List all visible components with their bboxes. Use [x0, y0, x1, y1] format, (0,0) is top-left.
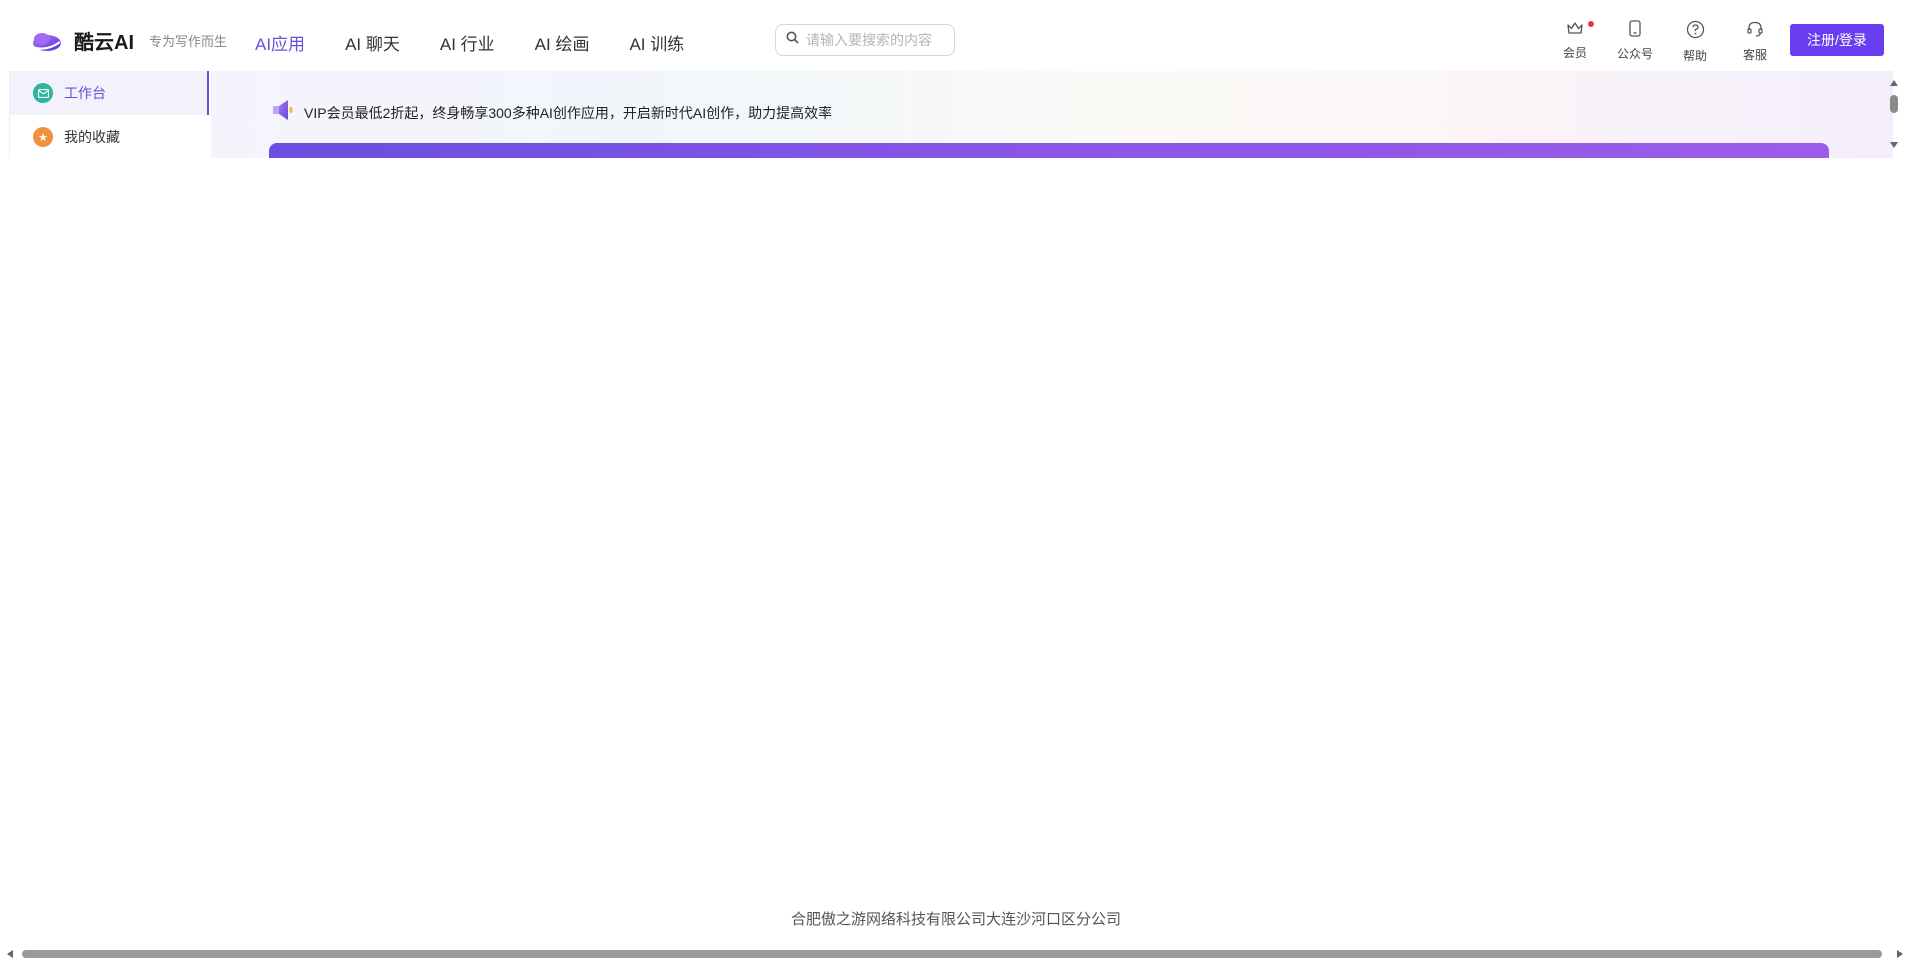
brand-name: 酷云AI [74, 32, 134, 54]
workbench-icon [33, 83, 53, 103]
notice-text: VIP会员最低2折起，终身畅享300多种AI创作应用，开启新时代AI创作，助力提… [304, 104, 833, 121]
cloud-logo-icon [30, 28, 62, 54]
megaphone-icon [270, 97, 296, 128]
promo-banner[interactable] [269, 143, 1829, 158]
vertical-scroll-thumb[interactable] [1890, 95, 1898, 113]
search-input[interactable] [806, 32, 946, 48]
sidebar-item-label: 工作台 [64, 85, 106, 101]
vip-notice[interactable]: VIP会员最低2折起，终身畅享300多种AI创作应用，开启新时代AI创作，助力提… [270, 97, 832, 128]
sidebar-item-label: 我的收藏 [64, 129, 120, 145]
crown-icon [1566, 20, 1584, 41]
vip-button[interactable]: 会员 [1545, 20, 1605, 64]
star-icon: ★ [33, 127, 53, 147]
nav-ai-apps[interactable]: AI应用 [255, 30, 305, 55]
customer-service-button[interactable]: 客服 [1725, 20, 1785, 64]
official-account-button[interactable]: 公众号 [1605, 20, 1665, 64]
official-account-label: 公众号 [1616, 47, 1653, 61]
vip-label: 会员 [1562, 46, 1587, 60]
notification-dot [1588, 21, 1594, 27]
sidebar: 工作台 ★ 我的收藏 [9, 71, 209, 158]
main-nav: AI应用 AI 聊天 AI 行业 AI 绘画 AI 训练 [255, 30, 724, 55]
help-label: 帮助 [1682, 49, 1707, 63]
horizontal-scrollbar[interactable] [0, 947, 1912, 961]
help-button[interactable]: 帮助 [1665, 20, 1725, 64]
headset-icon [1746, 20, 1764, 43]
login-register-button[interactable]: 注册/登录 [1790, 24, 1884, 56]
scroll-right-icon[interactable] [1897, 950, 1903, 958]
header-tools: 会员 公众号 帮助 客服 [1545, 20, 1785, 64]
help-icon [1686, 20, 1705, 44]
main-content: VIP会员最低2折起，终身畅享300多种AI创作应用，开启新时代AI创作，助力提… [211, 71, 1893, 158]
sidebar-item-favorites[interactable]: ★ 我的收藏 [10, 115, 209, 159]
top-header: 酷云AI 专为写作而生 AI应用 AI 聊天 AI 行业 AI 绘画 AI 训练… [0, 0, 1912, 71]
horizontal-scroll-thumb[interactable] [22, 950, 1882, 958]
nav-ai-chat[interactable]: AI 聊天 [345, 30, 400, 55]
logo[interactable]: 酷云AI 专为写作而生 [30, 26, 227, 55]
search-box[interactable] [775, 24, 955, 56]
vertical-scrollbar[interactable] [1887, 71, 1901, 158]
scroll-left-icon[interactable] [7, 950, 13, 958]
brand-slogan: 专为写作而生 [149, 34, 228, 49]
sidebar-item-workbench[interactable]: 工作台 [10, 71, 209, 115]
scroll-down-icon[interactable] [1890, 142, 1898, 148]
phone-icon [1628, 20, 1642, 42]
scroll-up-icon[interactable] [1890, 80, 1898, 86]
search-icon [786, 31, 799, 49]
nav-ai-industry[interactable]: AI 行业 [440, 30, 495, 55]
customer-service-label: 客服 [1742, 48, 1767, 62]
footer-company: 合肥傲之游网络科技有限公司大连沙河口区分公司 [790, 911, 1121, 928]
nav-ai-training[interactable]: AI 训练 [629, 30, 684, 55]
nav-ai-painting[interactable]: AI 绘画 [535, 30, 590, 55]
